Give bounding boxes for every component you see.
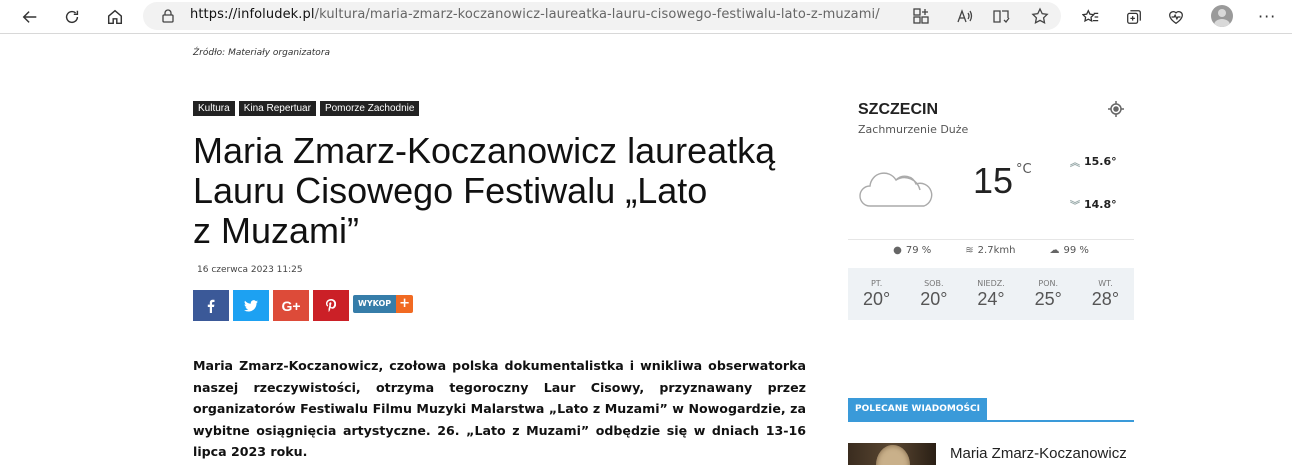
- title-line-2: Lauru Cisowego Festiwalu „Lato: [193, 170, 708, 211]
- refresh-icon[interactable]: [58, 3, 86, 31]
- article-lead: Maria Zmarz-Koczanowicz, czołowa polska …: [193, 358, 806, 460]
- recommended-label: POLECANE WIADOMOŚCI: [848, 398, 987, 420]
- temperature-high: ︽ 15.6°: [1070, 154, 1117, 169]
- clouds-value: 99 %: [1063, 245, 1089, 256]
- app-available-icon[interactable]: [912, 7, 930, 25]
- lock-icon[interactable]: [160, 8, 176, 24]
- weather-condition: Zachmurzenie Duże: [858, 123, 969, 136]
- cloud-icon: [859, 172, 933, 207]
- forecast-day-temp: 25°: [1034, 289, 1062, 309]
- browser-toolbar: https://infoludek.pl/kultura/maria-zmarz…: [0, 0, 1292, 34]
- address-bar[interactable]: https://infoludek.pl/kultura/maria-zmarz…: [143, 2, 1061, 30]
- google-plus-icon: G+: [281, 297, 301, 314]
- url-domain: https://infoludek.pl: [190, 7, 315, 22]
- title-line-1: Maria Zmarz-Koczanowicz laureatką: [193, 130, 776, 171]
- tag-kultura[interactable]: Kultura: [193, 101, 235, 116]
- wind-icon: ≋: [965, 245, 974, 256]
- weather-city: SZCZECIN: [858, 101, 938, 118]
- forecast-days: PT. 20° SOB. 20° NIEDZ. 24° PON. 25° WT. 28°: [848, 268, 1134, 320]
- weather-widget: SZCZECIN Zachmurzenie Duże 15 °C ︽ 15.6° …: [848, 88, 1134, 320]
- article-title: Maria Zmarz-Koczanowicz laureatką Lauru …: [193, 131, 813, 251]
- url-text[interactable]: https://infoludek.pl/kultura/maria-zmarz…: [190, 7, 880, 22]
- recommended-header: POLECANE WIADOMOŚCI: [848, 398, 1134, 422]
- tag-kina-repertuar[interactable]: Kina Repertuar: [238, 101, 316, 116]
- forecast-day: NIEDZ. 24°: [962, 268, 1019, 320]
- twitter-icon: [244, 299, 258, 312]
- humidity-value: 79 %: [905, 245, 932, 256]
- forecast-day-name: PT.: [870, 279, 883, 288]
- article-date: 16 czerwca 2023 11:25: [197, 265, 303, 275]
- forecast-day-name: WT.: [1098, 279, 1113, 288]
- facebook-share-button[interactable]: [193, 290, 229, 321]
- pinterest-share-button[interactable]: [313, 290, 349, 321]
- temperature-low-value: 14.8°: [1084, 198, 1117, 211]
- forecast-day: PT. 20°: [848, 268, 905, 320]
- wykop-label: WYKOP: [353, 295, 397, 313]
- favorites-list-icon[interactable]: [1077, 3, 1105, 31]
- image-source-caption: Źródło: Materiały organizatora: [193, 48, 331, 58]
- facebook-icon: [207, 299, 215, 313]
- pinterest-icon: [326, 299, 336, 312]
- tag-pomorze-zachodnie[interactable]: Pomorze Zachodnie: [319, 101, 420, 116]
- favorite-star-icon[interactable]: [1031, 7, 1049, 25]
- collections-icon[interactable]: [1120, 3, 1148, 31]
- recommended-thumbnail[interactable]: [848, 443, 936, 465]
- low-arrow-icon: ︾: [1070, 201, 1080, 212]
- clouds-stat: ☁ 99 %: [1049, 245, 1088, 256]
- wykop-share-button[interactable]: WYKOP +: [353, 295, 414, 313]
- forecast-day-temp: 24°: [977, 289, 1005, 309]
- forecast-day: SOB. 20°: [905, 268, 962, 320]
- browser-essentials-icon[interactable]: [1162, 3, 1190, 31]
- wind-value: 2.7kmh: [977, 245, 1016, 256]
- weather-divider: [848, 239, 1134, 240]
- forecast-day-name: PON.: [1038, 279, 1059, 288]
- forecast-day-name: NIEDZ.: [977, 279, 1005, 288]
- temperature-high-value: 15.6°: [1084, 155, 1117, 168]
- humidity-stat: ● 79 %: [893, 245, 931, 256]
- home-icon[interactable]: [101, 3, 129, 31]
- humidity-drop-icon: ●: [893, 245, 902, 256]
- back-icon[interactable]: [16, 3, 44, 31]
- more-menu-icon[interactable]: ···: [1258, 7, 1276, 26]
- wind-stat: ≋ 2.7kmh: [965, 245, 1015, 256]
- google-plus-share-button[interactable]: G+: [273, 290, 309, 321]
- share-buttons: G+: [193, 290, 349, 321]
- forecast-day-temp: 20°: [862, 289, 891, 309]
- temperature-low: ︾ 14.8°: [1070, 197, 1117, 212]
- recommended-item-title[interactable]: Maria Zmarz-Koczanowicz: [950, 445, 1127, 462]
- forecast-day: WT. 28°: [1077, 268, 1134, 320]
- wykop-plus-icon: +: [396, 295, 414, 313]
- title-line-3: z Muzami”: [193, 210, 360, 251]
- forecast-day-temp: 20°: [920, 289, 948, 309]
- read-aloud-icon[interactable]: [955, 7, 973, 25]
- profile-avatar[interactable]: [1211, 5, 1233, 27]
- forecast-day-name: SOB.: [924, 279, 944, 288]
- url-path: /kultura/maria-zmarz-koczanowicz-laureat…: [314, 7, 880, 22]
- immersive-reader-icon[interactable]: [992, 7, 1010, 25]
- twitter-share-button[interactable]: [233, 290, 269, 321]
- article-tags: Kultura Kina Repertuar Pomorze Zachodnie: [193, 101, 420, 116]
- cloud-small-icon: ☁: [1049, 245, 1060, 256]
- location-target-icon[interactable]: [1107, 100, 1125, 118]
- forecast-day: PON. 25°: [1020, 268, 1077, 320]
- weather-stats: ● 79 % ≋ 2.7kmh ☁ 99 %: [848, 245, 1134, 256]
- current-temperature: 15: [973, 160, 1014, 201]
- forecast-day-temp: 28°: [1091, 289, 1120, 309]
- high-arrow-icon: ︽: [1070, 158, 1080, 169]
- temperature-unit: °C: [1016, 162, 1032, 177]
